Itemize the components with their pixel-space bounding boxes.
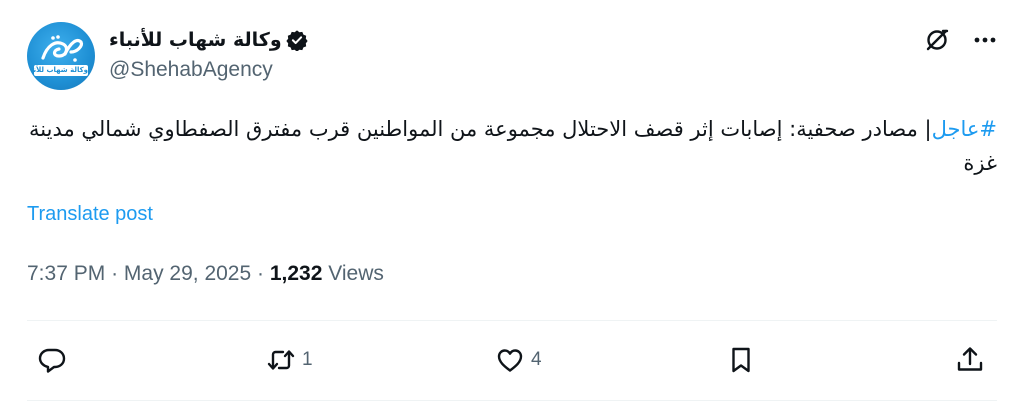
like-count: 4 (531, 349, 542, 370)
divider (27, 400, 997, 401)
grok-icon[interactable] (923, 26, 951, 54)
tweet-time[interactable]: 7:37 PM (27, 262, 105, 285)
meta-separator: · (111, 262, 119, 285)
views-count: 1,232 (269, 262, 323, 285)
reply-button[interactable] (37, 340, 73, 380)
heart-icon (497, 349, 523, 372)
meta-separator: · (257, 262, 265, 285)
translate-post-link[interactable]: Translate post (27, 203, 153, 226)
share-icon (957, 347, 983, 371)
tweet-text: #عاجل| مصادر صحفية: إصابات إثر قصف الاحت… (27, 112, 997, 180)
tweet-date[interactable]: May 29, 2025 (124, 262, 251, 285)
like-button[interactable]: 4 (495, 340, 542, 380)
retweet-icon (267, 350, 295, 370)
bookmark-button[interactable] (726, 340, 756, 380)
action-bar: 1 4 (27, 340, 997, 380)
more-icon[interactable] (971, 26, 999, 54)
avatar-logo-icon (41, 35, 83, 62)
account-handle[interactable]: @ShehabAgency (109, 58, 273, 82)
views-label: Views (328, 262, 384, 285)
avatar[interactable]: وكالة شهاب للأنباء (27, 22, 95, 90)
share-button[interactable] (955, 340, 985, 380)
avatar-band-text: وكالة شهاب للأنباء (34, 65, 88, 76)
tweet-body: | مصادر صحفية: إصابات إثر قصف الاحتلال م… (29, 117, 997, 175)
display-name-row[interactable]: وكالة شهاب للأنباء (109, 27, 308, 53)
verified-badge-icon[interactable] (286, 29, 308, 51)
bookmark-icon (732, 347, 750, 373)
tweet-meta: 7:37 PM · May 29, 2025 · 1,232 Views (27, 262, 384, 286)
hashtag-link[interactable]: #عاجل (932, 117, 997, 141)
display-name[interactable]: وكالة شهاب للأنباء (109, 29, 282, 51)
tweet-header: وكالة شهاب للأنباء وكالة شهاب للأنباء @S… (27, 20, 997, 92)
divider (27, 320, 997, 321)
reply-icon (38, 348, 66, 373)
retweet-button[interactable]: 1 (266, 340, 313, 380)
retweet-count: 1 (302, 349, 313, 370)
